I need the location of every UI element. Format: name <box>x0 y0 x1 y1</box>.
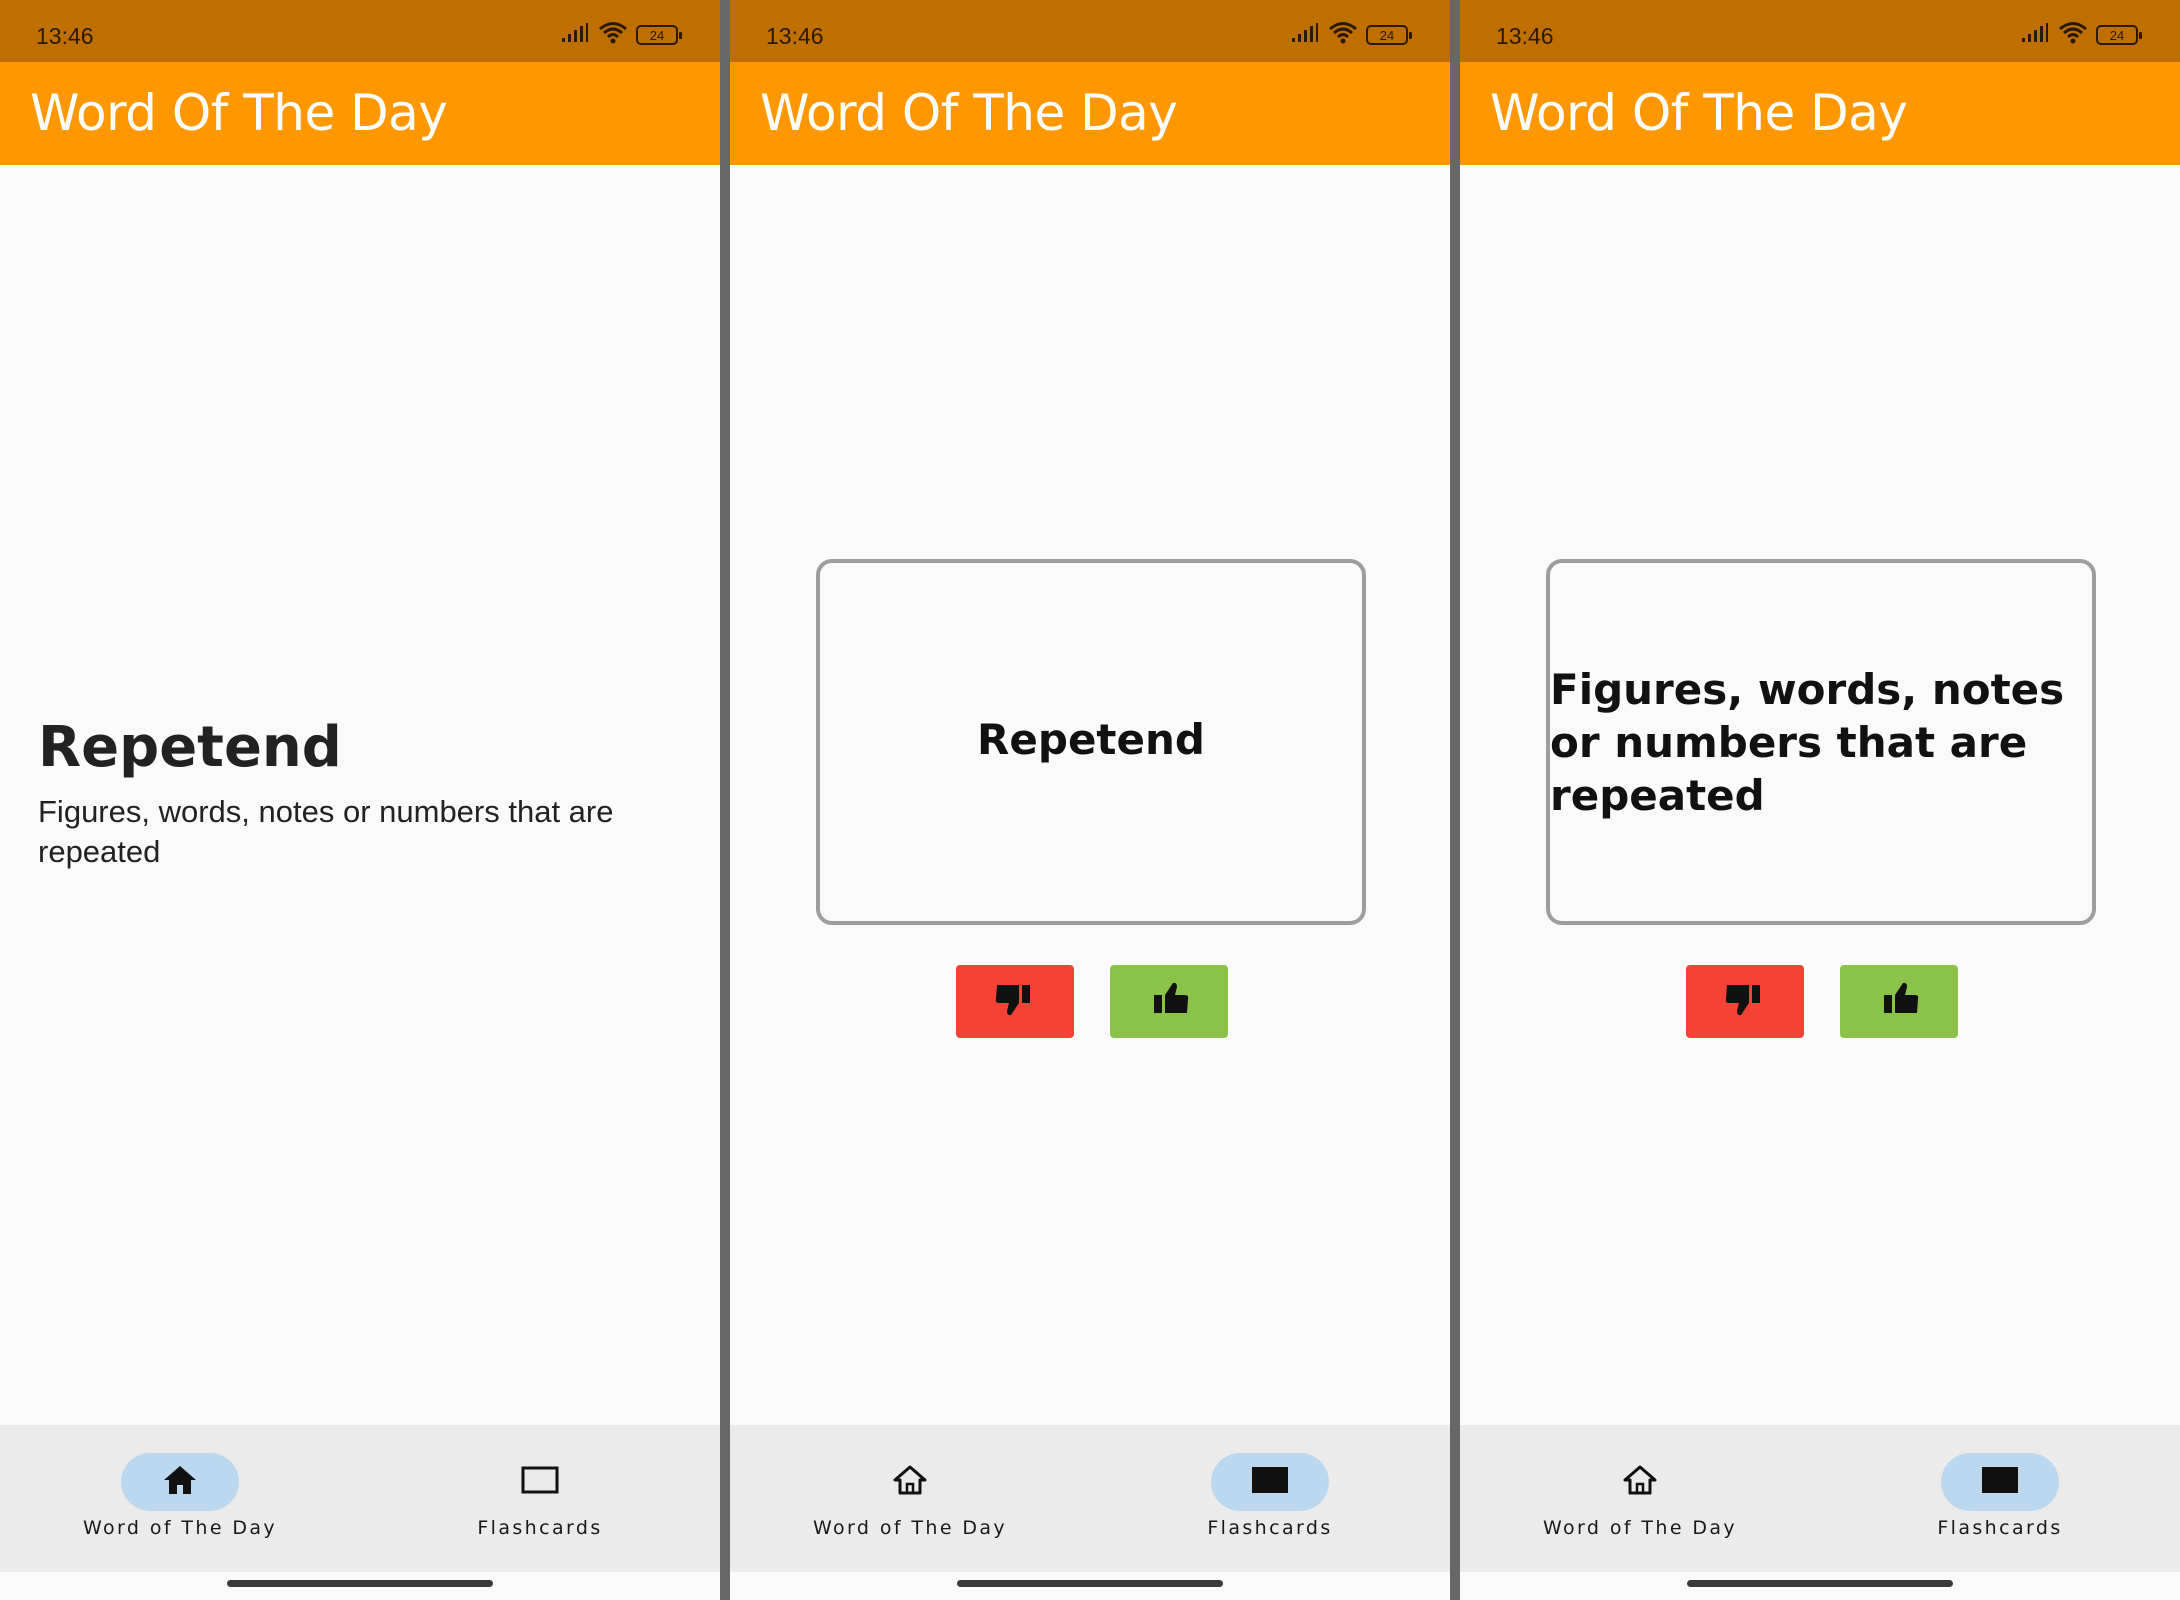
nav-label-flashcards: Flashcards <box>1207 1517 1333 1539</box>
bottom-navigation: Word of The Day Flashcards <box>0 1425 720 1572</box>
thumbs-up-icon <box>1147 979 1191 1024</box>
gesture-bar[interactable] <box>957 1580 1223 1587</box>
home-outline-icon <box>1622 1464 1658 1501</box>
home-icon <box>162 1464 198 1501</box>
status-icons: 24 <box>1290 21 1412 50</box>
flashcard[interactable]: Repetend <box>816 559 1366 925</box>
nav-label-flashcards: Flashcards <box>477 1517 603 1539</box>
screen-flashcard-back: 13:46 24 Word Of The Day Figures, words,… <box>1460 0 2180 1600</box>
nav-pill <box>1581 1453 1699 1511</box>
bottom-navigation: Word of The Day Flashcards <box>1460 1425 2180 1572</box>
nav-item-word-of-the-day[interactable]: Word of The Day <box>60 1453 300 1553</box>
gesture-bar[interactable] <box>227 1580 493 1587</box>
gesture-bar[interactable] <box>1687 1580 1953 1587</box>
app-bar: Word Of The Day <box>0 62 720 165</box>
signal-icon <box>560 22 590 48</box>
nav-label-word-of-the-day: Word of The Day <box>1542 1517 1738 1539</box>
flashcard-back-text: Figures, words, notes or numbers that ar… <box>1550 665 2065 820</box>
flashcard-icon <box>1250 1465 1290 1500</box>
nav-pill-active <box>121 1453 239 1511</box>
status-time: 13:46 <box>1496 23 1554 49</box>
nav-item-flashcards[interactable]: Flashcards <box>1150 1453 1390 1553</box>
app-bar: Word Of The Day <box>730 62 1450 165</box>
status-bar: 13:46 24 <box>730 0 1450 62</box>
home-outline-icon <box>892 1464 928 1501</box>
thumbs-down-icon <box>993 979 1037 1024</box>
flashcard-icon <box>1980 1465 2020 1500</box>
wifi-icon <box>1328 21 1358 50</box>
word-of-the-day-content: Repetend Figures, words, notes or number… <box>0 165 720 1425</box>
dislike-button[interactable] <box>956 965 1074 1038</box>
status-icons: 24 <box>560 21 682 50</box>
nav-pill-active <box>1211 1453 1329 1511</box>
nav-pill <box>851 1453 969 1511</box>
wifi-icon <box>598 21 628 50</box>
nav-label-word-of-the-day: Word of The Day <box>812 1517 1008 1539</box>
screen-word-of-the-day: 13:46 24 Word Of The Day Repetend Figure… <box>0 0 720 1600</box>
flashcard-front-text: Repetend <box>977 715 1205 764</box>
battery-icon: 24 <box>636 25 682 45</box>
battery-icon: 24 <box>2096 25 2142 45</box>
status-icons: 24 <box>2020 21 2142 50</box>
nav-item-flashcards[interactable]: Flashcards <box>1880 1453 2120 1553</box>
app-title: Word Of The Day <box>1490 84 1908 142</box>
status-bar: 13:46 24 <box>1460 0 2180 62</box>
nav-label-flashcards: Flashcards <box>1937 1517 2063 1539</box>
nav-label-word-of-the-day: Word of The Day <box>82 1517 278 1539</box>
like-button[interactable] <box>1840 965 1958 1038</box>
like-button[interactable] <box>1110 965 1228 1038</box>
nav-item-flashcards[interactable]: Flashcards <box>420 1453 660 1553</box>
app-title: Word Of The Day <box>30 84 448 142</box>
app-title: Word Of The Day <box>760 84 1178 142</box>
battery-icon: 24 <box>1366 25 1412 45</box>
thumbs-down-icon <box>1723 979 1767 1024</box>
nav-pill-active <box>1941 1453 2059 1511</box>
status-time: 13:46 <box>766 23 824 49</box>
bottom-navigation: Word of The Day Flashcards <box>730 1425 1450 1572</box>
status-time: 13:46 <box>36 23 94 49</box>
app-bar: Word Of The Day <box>1460 62 2180 165</box>
nav-item-word-of-the-day[interactable]: Word of The Day <box>1520 1453 1760 1553</box>
nav-item-word-of-the-day[interactable]: Word of The Day <box>790 1453 1030 1553</box>
status-bar: 13:46 24 <box>0 0 720 62</box>
flashcard[interactable]: Figures, words, notes or numbers that ar… <box>1546 559 2096 925</box>
word-definition: Figures, words, notes or numbers that ar… <box>38 794 614 869</box>
wifi-icon <box>2058 21 2088 50</box>
flashcards-content: Repetend <box>730 165 1450 1425</box>
word-term: Repetend <box>38 715 342 780</box>
nav-pill <box>481 1453 599 1511</box>
dislike-button[interactable] <box>1686 965 1804 1038</box>
signal-icon <box>2020 22 2050 48</box>
signal-icon <box>1290 22 1320 48</box>
thumbs-up-icon <box>1877 979 1921 1024</box>
flashcards-content: Figures, words, notes or numbers that ar… <box>1460 165 2180 1425</box>
screen-flashcard-front: 13:46 24 Word Of The Day Repetend Word o… <box>730 0 1450 1600</box>
flashcard-icon <box>520 1465 560 1500</box>
